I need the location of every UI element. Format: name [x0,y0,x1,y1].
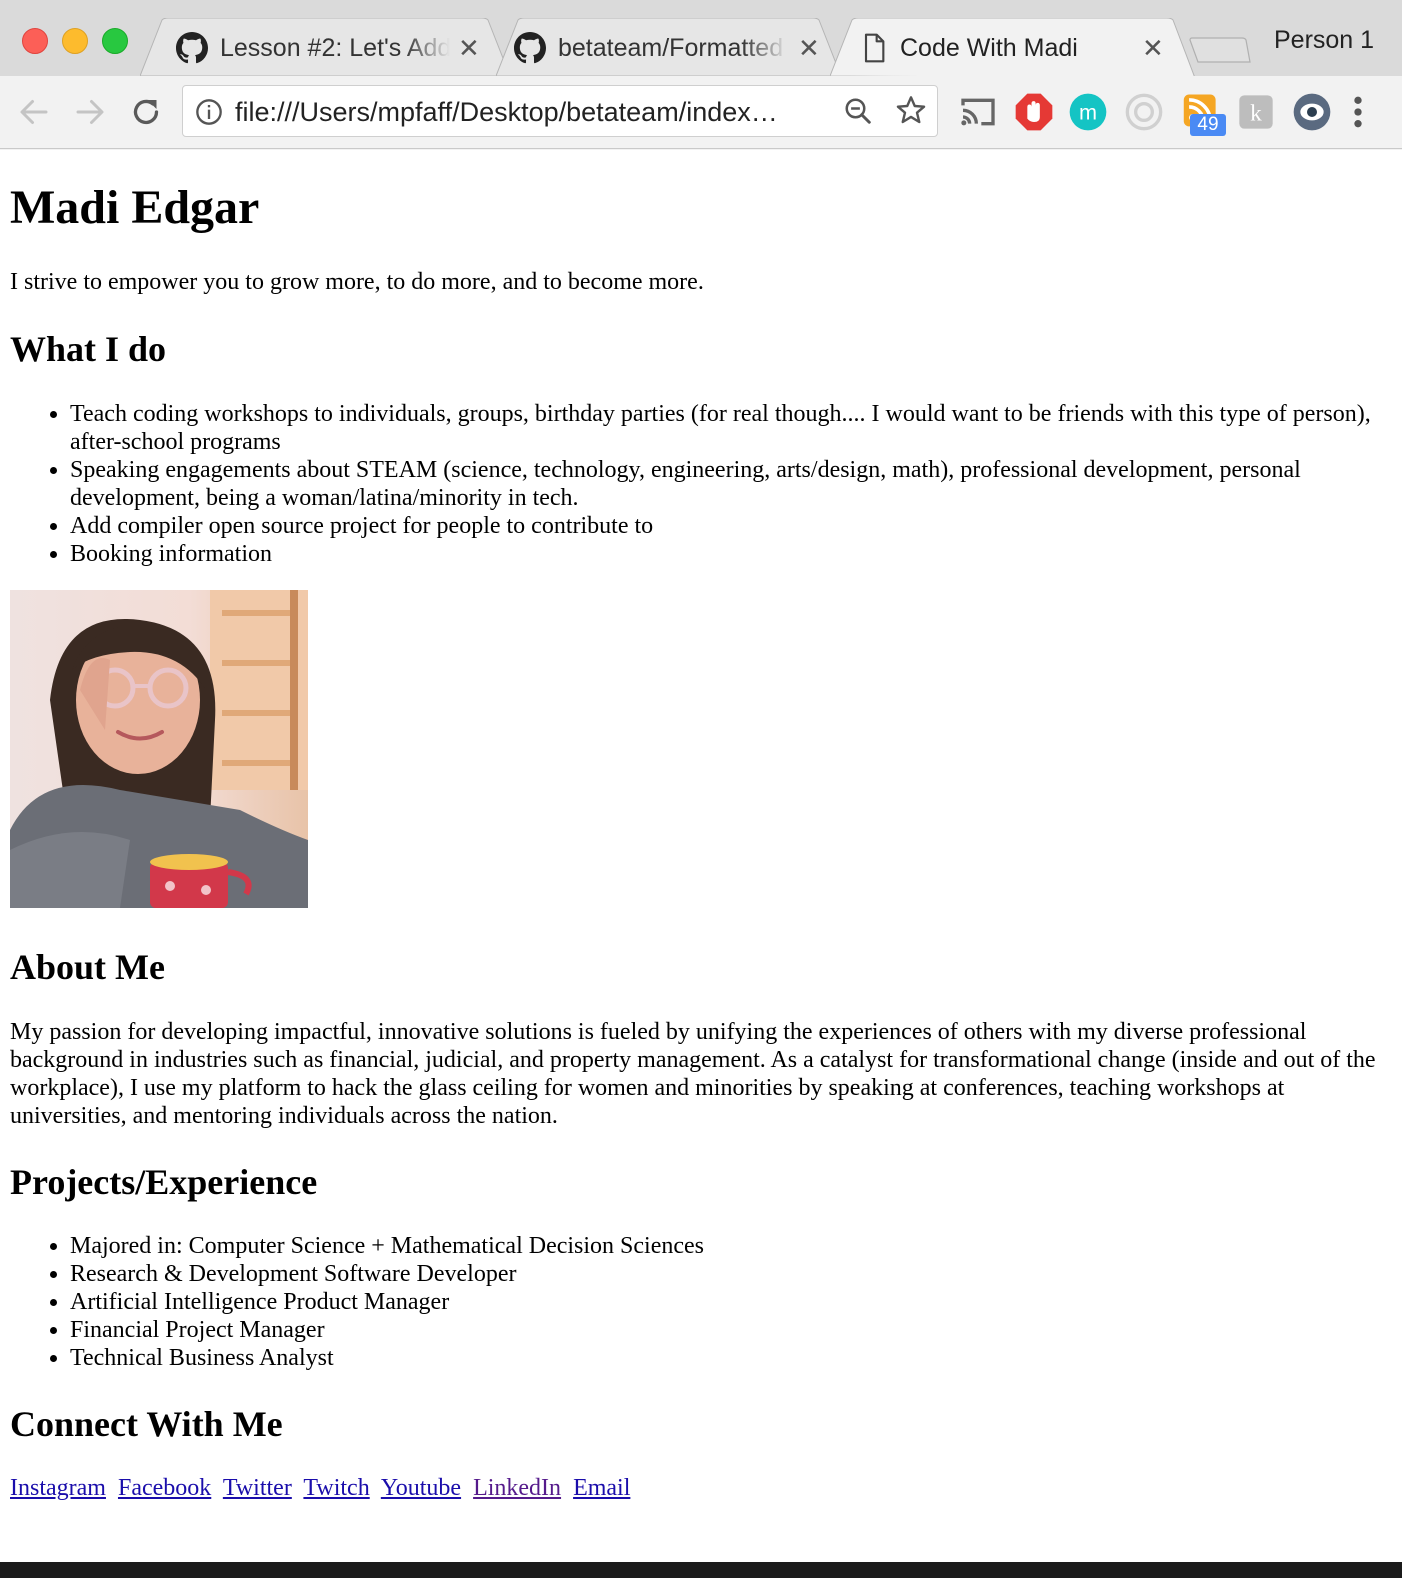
instagram-link[interactable]: Instagram [10,1475,106,1501]
cast-icon[interactable] [958,92,998,132]
list-item: Teach coding workshops to individuals, g… [70,400,1380,456]
info-icon[interactable] [195,98,223,126]
list-item: Artificial Intelligence Product Manager [70,1288,1380,1316]
list-item: Speaking engagements about STEAM (scienc… [70,456,1380,512]
back-arrow-icon[interactable] [16,94,52,130]
email-link[interactable]: Email [573,1475,630,1501]
tab-close-icon[interactable]: ✕ [1142,32,1164,64]
browser-toolbar: file:///Users/mpfaff/Desktop/betateam/in… [0,76,1402,149]
list-item: Booking information [70,540,1380,568]
eye-extension-icon[interactable] [1292,92,1332,132]
badge-count: 49 [1197,114,1219,135]
connect-heading: Connect With Me [10,1404,283,1444]
svg-text:m: m [1079,100,1097,125]
url-text[interactable]: file:///Users/mpfaff/Desktop/betateam/in… [235,96,778,128]
about-me-text: My passion for developing impactful, inn… [10,1019,1376,1129]
dock-edge [0,1562,1402,1578]
browser-chrome: Lesson #2: Let's Add ✕ betateam/Formatte… [0,0,1402,150]
twitch-link[interactable]: Twitch [303,1475,369,1501]
tab-title: Lesson #2: Let's Add [220,34,450,62]
kindle-icon[interactable]: k [1236,92,1276,132]
about-me-heading: About Me [10,947,165,987]
list-item: Financial Project Manager [70,1316,1380,1344]
twitter-link[interactable]: Twitter [223,1475,292,1501]
adblock-icon[interactable] [1014,92,1054,132]
reload-icon[interactable] [128,94,164,130]
tab-code-with-madi[interactable]: Code With Madi ✕ [830,18,1195,76]
what-i-do-list: Teach coding workshops to individuals, g… [10,400,1380,568]
address-bar[interactable]: file:///Users/mpfaff/Desktop/betateam/in… [182,85,938,137]
list-item: Technical Business Analyst [70,1344,1380,1372]
minimize-window-button[interactable] [62,28,88,54]
what-i-do-heading: What I do [10,329,167,369]
menu-dots-icon[interactable] [1344,92,1372,132]
extension-badge: 49 [1190,114,1226,136]
tagline: I strive to empower you to grow more, to… [10,269,704,295]
bookmark-star-icon[interactable] [895,94,927,126]
tab-strip: Lesson #2: Let's Add ✕ betateam/Formatte… [0,0,1402,76]
zoom-out-icon[interactable] [843,96,873,126]
tab-title: Code With Madi [900,34,1078,62]
maximize-window-button[interactable] [102,28,128,54]
github-icon [514,32,546,64]
m-extension-icon[interactable]: m [1068,92,1108,132]
github-icon [176,32,208,64]
projects-heading: Projects/Experience [10,1162,318,1202]
new-tab-button[interactable] [1188,34,1252,66]
page-title: Madi Edgar [10,181,260,234]
list-item: Majored in: Computer Science + Mathemati… [70,1232,1380,1260]
circle-extension-icon[interactable] [1124,92,1164,132]
youtube-link[interactable]: Youtube [381,1475,461,1501]
tab-close-icon[interactable]: ✕ [798,32,820,64]
tab-close-icon[interactable]: ✕ [458,32,480,64]
profile-name[interactable]: Person 1 [1274,26,1374,55]
close-window-button[interactable] [22,28,48,54]
profile-photo [10,590,308,908]
list-item: Research & Development Software Develope… [70,1260,1380,1288]
projects-list: Majored in: Computer Science + Mathemati… [10,1232,1380,1372]
document-icon [864,33,885,63]
svg-text:k: k [1250,100,1262,126]
list-item: Add compiler open source project for peo… [70,512,1380,540]
tab-lesson-2[interactable]: Lesson #2: Let's Add ✕ [140,18,510,76]
facebook-link[interactable]: Facebook [118,1475,211,1501]
linkedin-link[interactable]: LinkedIn [473,1475,561,1501]
forward-arrow-icon[interactable] [72,94,108,130]
social-links: Instagram Facebook Twitter Twitch Youtub… [10,1474,636,1502]
tab-betateam-formatted[interactable]: betateam/Formatted ✕ [496,18,841,76]
tab-title: betateam/Formatted [558,34,784,62]
